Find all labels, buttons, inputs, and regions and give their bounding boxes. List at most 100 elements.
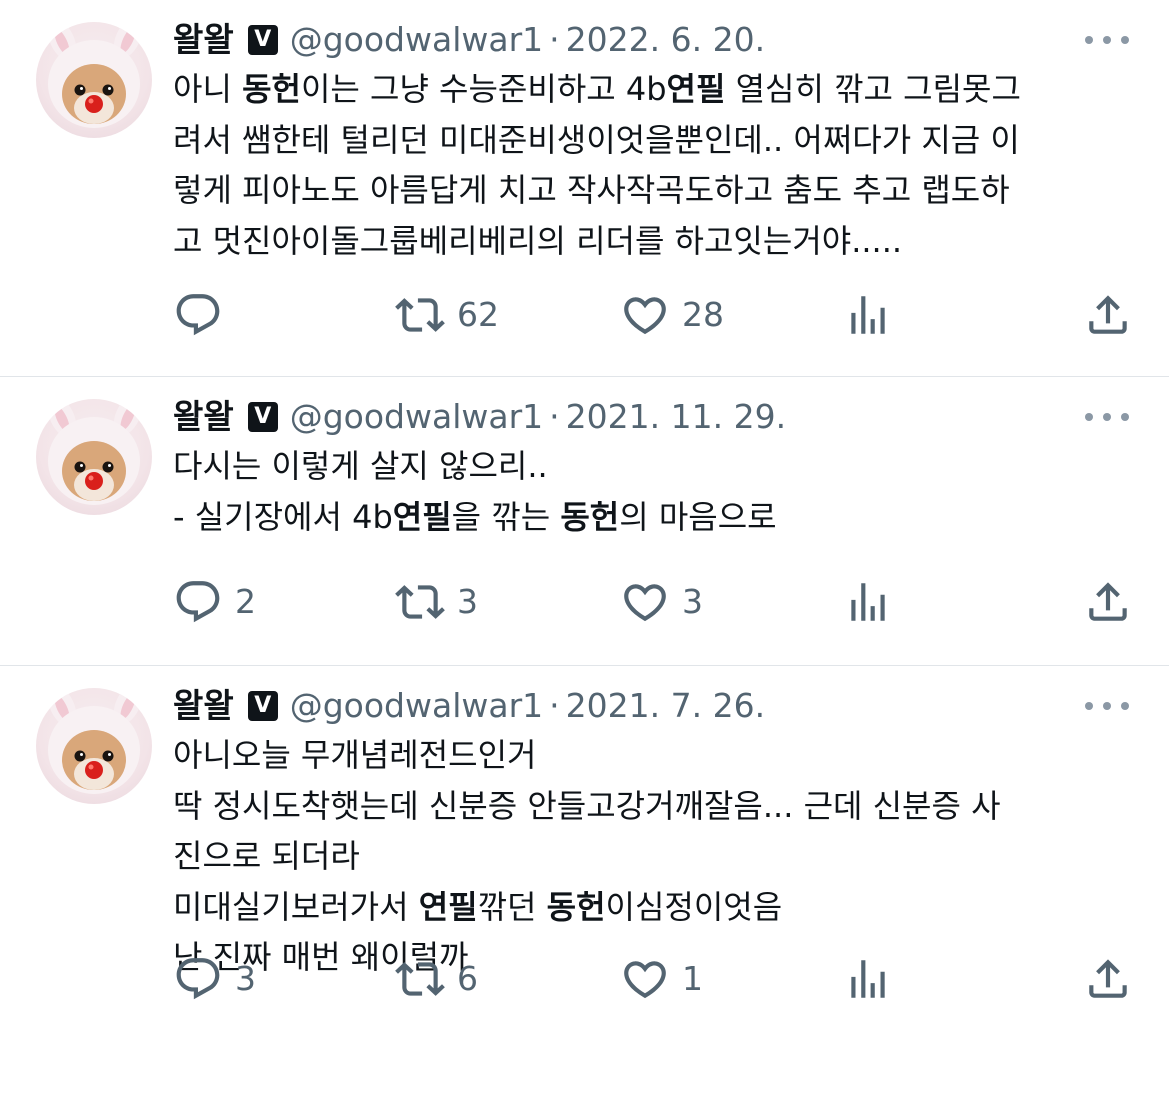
header-separator: · <box>549 397 560 436</box>
bold-keyword: 동헌 <box>560 497 620 536</box>
tweet-text-line: 고 멋진아이돌그룹베리베리의 리더를 하고잇는거야..... <box>173 216 1133 267</box>
bold-keyword: 연필 <box>392 497 452 536</box>
header-separator: · <box>549 686 560 725</box>
more-icon[interactable] <box>1085 22 1129 58</box>
retweet-icon <box>395 577 445 627</box>
text-segment: 열심히 깎고 그림못그 <box>725 70 1021 108</box>
tweet[interactable]: 왈왈 V @goodwalwar1 · 2021. 7. 26. 아니오늘 무개념레전드인… <box>0 666 1169 1105</box>
like-button[interactable]: 1 <box>620 954 703 1004</box>
share-button[interactable] <box>1083 290 1133 340</box>
text-segment: 렇게 피아노도 아름답게 치고 작사작곡도하고 춤도 추고 랩도하 <box>173 171 1010 209</box>
reply-button[interactable] <box>173 290 235 340</box>
text-segment: 진으로 되더라 <box>173 837 360 875</box>
retweet-button[interactable]: 6 <box>395 954 478 1004</box>
text-segment: 려서 쌤한테 털리던 미대준비생이엇을뿐인데.. 어쩌다가 지금 이 <box>173 120 1020 159</box>
retweet-icon <box>395 290 445 340</box>
text-segment: 다시는 이렇게 살지 않으리.. <box>173 447 548 485</box>
more-dot <box>1121 36 1129 44</box>
bold-keyword: 연필 <box>418 887 478 926</box>
more-dot <box>1103 413 1111 421</box>
more-dot <box>1103 702 1111 710</box>
more-dot <box>1103 36 1111 44</box>
text-segment: 아니오늘 무개념레전드인거 <box>173 736 537 774</box>
like-button[interactable]: 28 <box>620 290 724 340</box>
more-dot <box>1121 413 1129 421</box>
views-button[interactable] <box>843 290 893 340</box>
tweet[interactable]: 왈왈 V @goodwalwar1 · 2021. 11. 29. 다시는 이렇게 살지 … <box>0 377 1169 666</box>
author-name[interactable]: 왈왈 <box>173 393 234 441</box>
text-segment: 이심정이엇음 <box>605 887 783 926</box>
author-handle[interactable]: @goodwalwar1 <box>290 16 543 64</box>
more-dot <box>1085 36 1093 44</box>
views-button[interactable] <box>843 577 893 627</box>
reply-button[interactable]: 3 <box>173 954 256 1004</box>
views-icon <box>843 954 893 1004</box>
tweet[interactable]: 왈왈 V @goodwalwar1 · 2022. 6. 20. 아니 동헌이는 그냥 수… <box>0 0 1169 377</box>
tweet-date[interactable]: 2021. 7. 26. <box>566 682 765 730</box>
tweet-text-line: 진으로 되더라 <box>173 831 1133 882</box>
like-button[interactable]: 3 <box>620 577 703 627</box>
verified-badge-icon: V <box>247 25 278 55</box>
text-segment: 아니 <box>173 70 243 108</box>
retweet-button[interactable]: 62 <box>395 290 499 340</box>
tweet-text-line: - 실기장에서 4b연필을 깎는 동헌의 마음으로 <box>173 492 1133 543</box>
tweet-date[interactable]: 2022. 6. 20. <box>566 16 765 64</box>
share-icon <box>1083 290 1133 340</box>
views-button[interactable] <box>843 954 893 1004</box>
retweet-count: 62 <box>457 295 499 334</box>
tweet-text-line: 미대실기보러가서 연필깎던 동헌이심정이엇음 <box>173 882 1133 933</box>
tweet-actions: 62 28 <box>173 290 1133 340</box>
retweet-count: 3 <box>457 582 478 621</box>
text-segment: 깎던 <box>477 887 547 926</box>
reply-icon <box>173 290 223 340</box>
text-segment: 의 마음으로 <box>619 497 777 536</box>
retweet-icon <box>395 954 445 1004</box>
more-icon[interactable] <box>1085 399 1129 435</box>
retweet-count: 6 <box>457 959 478 998</box>
text-segment: 미대실기보러가서 <box>173 887 419 926</box>
verified-badge-icon: V <box>247 691 278 721</box>
tweet-header: 왈왈 V @goodwalwar1 · 2021. 11. 29. <box>173 393 786 441</box>
author-handle[interactable]: @goodwalwar1 <box>290 393 543 441</box>
share-icon <box>1083 577 1133 627</box>
tweet-text-line: 려서 쌤한테 털리던 미대준비생이엇을뿐인데.. 어쩌다가 지금 이 <box>173 115 1133 166</box>
share-button[interactable] <box>1083 954 1133 1004</box>
share-icon <box>1083 954 1133 1004</box>
like-icon <box>620 954 670 1004</box>
like-icon <box>620 290 670 340</box>
bold-keyword: 연필 <box>666 70 726 108</box>
more-icon[interactable] <box>1085 688 1129 724</box>
timeline: 왈왈 V @goodwalwar1 · 2022. 6. 20. 아니 동헌이는 그냥 수… <box>0 0 1169 1105</box>
author-handle[interactable]: @goodwalwar1 <box>290 682 543 730</box>
tweet-text-line: 아니오늘 무개념레전드인거 <box>173 730 1133 781</box>
tweet-text-line: 아니 동헌이는 그냥 수능준비하고 4b연필 열심히 깎고 그림못그 <box>173 64 1133 115</box>
tweet-text: 다시는 이렇게 살지 않으리.. - 실기장에서 4b연필을 깎는 동헌의 마음… <box>173 441 1133 542</box>
more-dot <box>1085 413 1093 421</box>
text-segment: 을 깎는 <box>451 497 561 536</box>
author-name[interactable]: 왈왈 <box>173 682 234 730</box>
text-segment: 딱 정시도착햇는데 신분증 안들고강거깨잘음... 근데 신분증 사 <box>173 786 1001 825</box>
tweet-header: 왈왈 V @goodwalwar1 · 2022. 6. 20. <box>173 16 765 64</box>
avatar[interactable] <box>36 688 152 804</box>
reply-icon <box>173 577 223 627</box>
text-segment: 고 멋진아이돌그룹베리베리의 리더를 하고잇는거야..... <box>173 221 903 260</box>
bold-keyword: 동헌 <box>242 70 301 108</box>
tweet-text-line: 렇게 피아노도 아름답게 치고 작사작곡도하고 춤도 추고 랩도하 <box>173 165 1133 216</box>
like-count: 1 <box>682 959 703 998</box>
share-button[interactable] <box>1083 577 1133 627</box>
header-separator: · <box>549 20 560 59</box>
tweet-text: 아니 동헌이는 그냥 수능준비하고 4b연필 열심히 깎고 그림못그려서 쌤한테… <box>173 64 1133 266</box>
reply-icon <box>173 954 223 1004</box>
tweet-text-line: 딱 정시도착햇는데 신분증 안들고강거깨잘음... 근데 신분증 사 <box>173 781 1133 832</box>
views-icon <box>843 577 893 627</box>
retweet-button[interactable]: 3 <box>395 577 478 627</box>
reply-button[interactable]: 2 <box>173 577 256 627</box>
tweet-header: 왈왈 V @goodwalwar1 · 2021. 7. 26. <box>173 682 765 730</box>
author-name[interactable]: 왈왈 <box>173 16 234 64</box>
avatar[interactable] <box>36 22 152 138</box>
bold-keyword: 동헌 <box>546 887 606 926</box>
like-count: 3 <box>682 582 703 621</box>
avatar[interactable] <box>36 399 152 515</box>
tweet-date[interactable]: 2021. 11. 29. <box>566 393 786 441</box>
tweet-actions: 3 6 1 <box>173 954 1133 1004</box>
